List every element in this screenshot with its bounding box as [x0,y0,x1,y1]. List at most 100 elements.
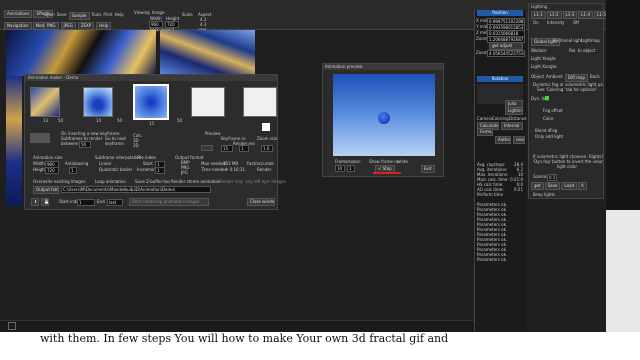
keep-lights-checkbox[interactable]: Keep lights [533,192,555,197]
sample-button[interactable]: Sample [68,12,90,20]
params-log: Parameters ok. Parameters ok. Parameters… [477,202,523,262]
jpeg-button[interactable]: JPEG [60,22,76,30]
light-small-btn[interactable]: Load [561,182,578,190]
only-add-light-checkbox[interactable]: Only add light [535,134,563,139]
preview-button[interactable] [201,145,213,151]
light-small-btn[interactable]: A [578,182,587,190]
start-rendering-button[interactable]: Start rendering animation images [129,198,209,206]
camera-tab[interactable]: Camera [477,116,493,121]
open-button[interactable]: Open [44,12,55,20]
white-checkbox[interactable]: white [397,159,408,164]
frame-subsc-label: Frame/subsc: [335,159,362,164]
light-small-btn[interactable]: get [531,182,544,190]
keyframe-thumb-empty-2[interactable] [243,87,277,117]
increment-input[interactable]: 1 [155,167,165,174]
loop-anim-checkbox[interactable]: Loop animation [95,179,126,184]
output-folder-button[interactable]: Output folder [33,186,59,194]
tab-animations[interactable]: Animations [4,10,33,18]
keyframe-num-15: 15 [149,121,155,126]
keyframe-nr-input[interactable]: 15 [221,145,233,152]
positional-tab[interactable]: Positional light [553,38,582,43]
save-button[interactable]: Save [57,12,67,20]
diffuse-tab[interactable]: Diff.map [564,74,588,82]
close-window-button[interactable]: Close window [247,198,275,206]
light-on-checkbox[interactable]: On [533,20,539,25]
preview-sphere [378,112,390,124]
zexp-button[interactable]: ZEXP [77,22,95,30]
sub-num-input[interactable]: 1 [347,165,355,172]
show-frame-nr-checkbox[interactable]: Show frame nr [369,159,398,164]
blend-dfog-checkbox[interactable]: Blend dFog [535,128,557,133]
ambient-tab[interactable]: Ambient [546,74,563,82]
internal-button[interactable]: Internal [501,122,523,130]
back-tab[interactable]: Back [590,74,600,82]
frame-num-input[interactable]: 10 [335,165,345,172]
tools-button[interactable]: Tools [92,12,102,20]
distance-tab[interactable]: Distance [509,116,527,121]
zoom2-input[interactable]: 4.0565445237516 [487,50,525,57]
help2-button[interactable]: Help [96,22,112,30]
dyn-fog-color[interactable] [545,96,549,100]
lightmap-tab[interactable]: Lightmap [581,38,600,43]
print-button[interactable]: Print [103,12,112,20]
exit-button[interactable]: Exit [421,165,435,173]
position-header[interactable]: Position [477,10,523,16]
resize-handle-icon[interactable] [8,322,16,330]
between-input[interactable]: 50 [79,141,91,148]
load-icon[interactable]: ⬇ [31,198,39,206]
fast-accurate-checkbox[interactable]: Fast/accurate [247,161,274,166]
rotation-header[interactable]: Rotation [477,76,523,82]
intensity-label: Intensity [547,20,565,25]
light-small-btn[interactable]: Save [544,182,561,190]
fractal-render [6,30,156,76]
quadratic-radio[interactable]: Quadratic bezier [99,167,132,172]
keyframe-sub-15: 50 [177,118,183,123]
calc-2d-radio[interactable]: 2D [133,143,139,148]
light-tab-4[interactable]: L1-4 [578,11,594,19]
start-index-input[interactable]: 1 [77,199,95,206]
stereo-anim-checkbox[interactable]: Render stereo animation [171,179,220,184]
end-label: End [97,199,105,204]
linear-radio[interactable]: Linear [99,161,111,166]
light-tab-1[interactable]: L1-1 [531,11,546,19]
keyframe-thumb-empty-1[interactable] [191,87,225,117]
zoom-scaling-input[interactable]: 1.0 [261,145,273,152]
overwrite-checkbox[interactable]: Overwrite existing images [33,179,85,184]
stats-list: Avg. raysteps: 28.4 Avg. iterations: 6.2 M… [477,162,523,197]
help-button[interactable]: Help [115,12,124,20]
rel-object-checkbox[interactable]: Rel. to object [569,48,595,53]
keyframe-thumb-13[interactable] [30,87,60,117]
preview-title: Animation preview [325,64,363,69]
antialias-input[interactable]: 1 [69,167,77,174]
lighting-tab[interactable]: Lighting [505,107,523,115]
save-z-checkbox[interactable]: Save Z-buffer too [135,179,170,184]
keyframe-thumb-14[interactable] [83,87,113,117]
scale-label: Scale [182,12,193,17]
reset-button[interactable]: reset [513,136,525,144]
object-tab[interactable]: Object [531,74,544,82]
light-tab-2[interactable]: L1-2 [546,11,562,19]
jpg-radio[interactable]: JPG [181,170,188,175]
keyframe-small-square[interactable] [262,123,270,131]
anim-height-input[interactable]: 720 [45,167,59,174]
light-off-checkbox[interactable]: Off [573,20,579,25]
file-index-label: File index [137,155,156,160]
save-icon[interactable]: 💾 [41,198,49,206]
png-button[interactable]: PNG [44,22,59,30]
end-input[interactable]: last [107,199,123,206]
get-adjust-button[interactable]: get adjust [489,42,523,50]
right-palette [606,0,640,210]
author-button[interactable]: Author [495,136,511,144]
coloring-tab[interactable]: Coloring [492,116,509,121]
light-y-angle-label: Light Yangle: [531,56,557,61]
render-button[interactable]: Render [257,167,271,172]
fractal-render-lower [6,76,22,206]
render-only-checkbox[interactable]: Render only 'any left eye' images [219,179,286,184]
output-folder-path[interactable]: C:\Users\M\Documents\Mandelbulb3D\Animat… [61,186,211,193]
render-every-input[interactable]: 1 [239,145,249,152]
gamma-input[interactable]: 0.5 [547,174,557,181]
formula-button[interactable]: Formula [477,128,493,136]
navigation-button[interactable]: Navigation [4,22,32,30]
light-tab-3[interactable]: L1-3 [562,11,578,19]
keyframe-thumb-15[interactable] [133,84,169,120]
